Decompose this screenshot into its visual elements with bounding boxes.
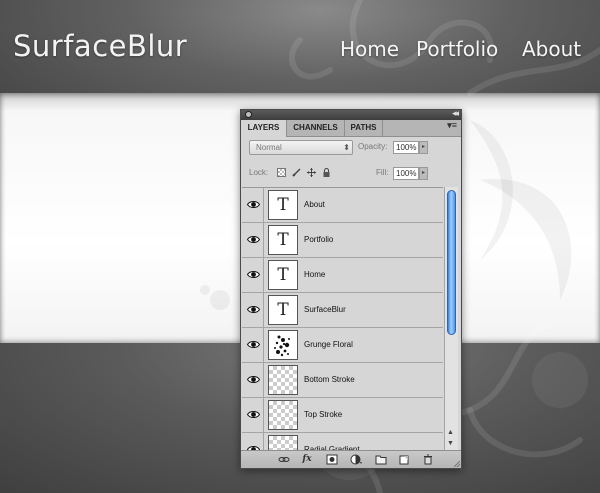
- layer-mask-icon[interactable]: [326, 454, 338, 465]
- panel-menu-icon[interactable]: ▾≡: [447, 120, 457, 131]
- tab-layers[interactable]: LAYERS: [241, 120, 287, 137]
- layers-panel: ◂◂ LAYERS CHANNELS PATHS ▾≡ Normal ⬍ Opa…: [240, 108, 462, 469]
- transparent-layer-thumbnail[interactable]: [268, 435, 298, 451]
- panel-tabs: LAYERS CHANNELS PATHS ▾≡: [241, 120, 461, 137]
- text-layer-glyph: T: [277, 195, 289, 215]
- resize-grip-icon[interactable]: [454, 461, 460, 467]
- text-layer-thumbnail[interactable]: T: [268, 190, 298, 220]
- group-folder-icon[interactable]: [375, 454, 387, 465]
- layer-list: T About T Portfolio T Home T SurfaceBlur Grunge …: [242, 187, 443, 451]
- stepper-arrows-icon: ⬍: [343, 143, 350, 152]
- lock-image-pixels-icon[interactable]: [292, 168, 301, 177]
- opacity-input[interactable]: 100%: [393, 141, 419, 154]
- layer-name: Home: [304, 270, 326, 279]
- visibility-eye-icon[interactable]: [246, 373, 260, 385]
- tab-channels[interactable]: CHANNELS: [287, 120, 345, 136]
- tab-paths[interactable]: PATHS: [345, 120, 383, 136]
- text-layer-glyph: T: [277, 230, 289, 250]
- text-layer-thumbnail[interactable]: T: [268, 260, 298, 290]
- layer-list-scrollbar[interactable]: ▲ ▼: [444, 187, 458, 450]
- column-divider: [263, 363, 264, 398]
- scroll-up-icon[interactable]: ▲: [447, 429, 454, 436]
- blend-row: Normal ⬍ Opacity: 100% ▸: [241, 140, 461, 158]
- column-divider: [263, 293, 264, 328]
- layer-row[interactable]: Top Stroke: [242, 398, 443, 433]
- scroll-down-icon[interactable]: ▼: [447, 440, 454, 447]
- grunge-floral-thumbnail[interactable]: [268, 330, 298, 360]
- nav-link-home[interactable]: Home: [340, 37, 399, 61]
- visibility-eye-icon[interactable]: [246, 408, 260, 420]
- text-layer-thumbnail[interactable]: T: [268, 295, 298, 325]
- layer-name: Top Stroke: [304, 410, 343, 419]
- new-layer-icon[interactable]: [398, 454, 410, 465]
- opacity-slider-button[interactable]: ▸: [419, 141, 428, 154]
- visibility-eye-icon[interactable]: [246, 233, 260, 245]
- visibility-eye-icon[interactable]: [246, 198, 260, 210]
- visibility-eye-icon[interactable]: [246, 338, 260, 350]
- transparent-layer-thumbnail[interactable]: [268, 400, 298, 430]
- text-layer-glyph: T: [277, 300, 289, 320]
- nav-link-portfolio[interactable]: Portfolio: [416, 37, 498, 61]
- visibility-eye-icon[interactable]: [246, 303, 260, 315]
- layer-name: Grunge Floral: [304, 340, 353, 349]
- layer-row[interactable]: T SurfaceBlur: [242, 293, 443, 328]
- layer-name: Portfolio: [304, 235, 334, 244]
- fx-icon[interactable]: fx: [301, 454, 313, 465]
- layer-row[interactable]: Grunge Floral: [242, 328, 443, 363]
- link-layers-icon[interactable]: [278, 454, 290, 465]
- panel-titlebar[interactable]: ◂◂: [241, 108, 461, 120]
- lock-label: Lock:: [249, 168, 269, 177]
- column-divider: [263, 328, 264, 363]
- layer-row[interactable]: Bottom Stroke: [242, 363, 443, 398]
- fill-label: Fill:: [376, 168, 389, 177]
- layer-row[interactable]: T Portfolio: [242, 223, 443, 258]
- close-icon[interactable]: [245, 111, 252, 118]
- fill-slider-button[interactable]: ▸: [419, 167, 428, 180]
- column-divider: [263, 188, 264, 223]
- layer-name: Bottom Stroke: [304, 375, 355, 384]
- column-divider: [263, 398, 264, 433]
- column-divider: [263, 433, 264, 451]
- lock-all-icon[interactable]: [322, 168, 331, 177]
- lock-position-icon[interactable]: [307, 168, 316, 177]
- layer-name: SurfaceBlur: [304, 305, 346, 314]
- text-layer-thumbnail[interactable]: T: [268, 225, 298, 255]
- opacity-label: Opacity:: [358, 142, 388, 151]
- trash-icon[interactable]: [422, 454, 434, 465]
- site-logo[interactable]: SurfaceBlur: [13, 29, 187, 63]
- layer-name: About: [304, 200, 325, 209]
- layer-row[interactable]: T Home: [242, 258, 443, 293]
- layer-row[interactable]: Radial Gradient: [242, 433, 443, 451]
- column-divider: [263, 223, 264, 258]
- transparent-layer-thumbnail[interactable]: [268, 365, 298, 395]
- visibility-eye-icon[interactable]: [246, 268, 260, 280]
- lock-transparent-pixels-icon[interactable]: [277, 168, 286, 177]
- blend-mode-select[interactable]: Normal ⬍: [249, 140, 353, 155]
- blend-mode-value: Normal: [256, 143, 282, 152]
- nav-link-about[interactable]: About: [522, 37, 581, 61]
- layer-row[interactable]: T About: [242, 188, 443, 223]
- column-divider: [263, 258, 264, 293]
- scroll-thumb[interactable]: [447, 190, 456, 335]
- fill-input[interactable]: 100%: [393, 167, 419, 180]
- lock-row: Lock: Fill: 100% ▸: [241, 166, 461, 182]
- panel-bottom-toolbar: fx: [241, 450, 461, 468]
- adjustment-layer-icon[interactable]: [350, 454, 362, 465]
- collapse-panel-icon[interactable]: ◂◂: [452, 108, 459, 119]
- text-layer-glyph: T: [277, 265, 289, 285]
